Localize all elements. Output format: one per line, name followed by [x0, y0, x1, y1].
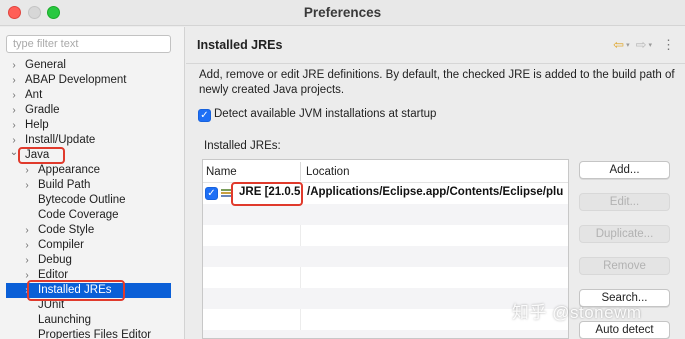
- tree-item-label: Debug: [38, 254, 72, 266]
- preference-page: Installed JREs ⇦ ▾ ⇨ ▾ ⋮ Add, remove or …: [186, 27, 685, 339]
- tree-item-general[interactable]: › General: [0, 58, 184, 73]
- chevron-right-icon[interactable]: ›: [22, 178, 32, 193]
- duplicate-button[interactable]: Duplicate...: [579, 225, 670, 243]
- remove-button[interactable]: Remove: [579, 257, 670, 275]
- chevron-right-icon[interactable]: ›: [9, 103, 19, 118]
- detect-jvm-label: Detect available JVM installations at st…: [214, 108, 437, 120]
- chevron-right-icon[interactable]: ›: [9, 118, 19, 133]
- tree-item-launching[interactable]: Launching: [0, 313, 184, 328]
- tree-item-label: Gradle: [25, 104, 60, 116]
- tree-item-label: Appearance: [38, 164, 101, 176]
- column-header-location[interactable]: Location: [306, 166, 349, 178]
- tree-item-label: Properties Files Editor: [38, 329, 152, 339]
- title-bar: Preferences: [0, 0, 685, 26]
- forward-dropdown-icon[interactable]: ▾: [648, 41, 652, 49]
- jre-library-icon: [221, 189, 231, 197]
- tree-item-bytecode-outline[interactable]: Bytecode Outline: [0, 193, 184, 208]
- tree-item-label: Launching: [38, 314, 92, 326]
- edit-button[interactable]: Edit...: [579, 193, 670, 211]
- tree-item-label: ABAP Development: [25, 74, 127, 86]
- tree-item-label: Ant: [25, 89, 43, 101]
- chevron-right-icon[interactable]: ›: [22, 163, 32, 178]
- chevron-right-icon[interactable]: ›: [22, 223, 32, 238]
- tree-item-build-path[interactable]: › Build Path: [0, 178, 184, 193]
- table-row: [203, 225, 568, 246]
- tree-item-debug[interactable]: › Debug: [0, 253, 184, 268]
- table-row: [203, 246, 568, 267]
- highlight-java: [18, 147, 65, 164]
- tree-item-properties-files-editor[interactable]: Properties Files Editor: [0, 328, 184, 339]
- chevron-right-icon[interactable]: ›: [9, 73, 19, 88]
- chevron-right-icon[interactable]: ›: [9, 58, 19, 73]
- tree-item-ant[interactable]: › Ant: [0, 88, 184, 103]
- installed-jres-label: Installed JREs:: [204, 140, 281, 152]
- auto-detect-button[interactable]: Auto detect: [579, 321, 670, 339]
- watermark: 知乎 @stonewm: [512, 303, 642, 322]
- back-arrow-icon[interactable]: ⇦: [613, 37, 624, 53]
- tree-item-label: Bytecode Outline: [38, 194, 126, 206]
- column-divider[interactable]: [300, 162, 301, 181]
- page-title: Installed JREs: [197, 38, 283, 52]
- column-header-name[interactable]: Name: [206, 166, 237, 178]
- highlight-jre-name: [231, 182, 303, 206]
- detect-jvm-checkbox[interactable]: ✓: [198, 109, 211, 122]
- page-navigation: ⇦ ▾ ⇨ ▾ ⋮: [613, 37, 675, 53]
- tree-item-code-coverage[interactable]: Code Coverage: [0, 208, 184, 223]
- view-menu-icon[interactable]: ⋮: [662, 37, 675, 53]
- header-divider: [186, 63, 685, 64]
- table-row: [203, 204, 568, 225]
- chevron-right-icon[interactable]: ›: [22, 238, 32, 253]
- tree-item-gradle[interactable]: › Gradle: [0, 103, 184, 118]
- tree-item-label: Install/Update: [25, 134, 96, 146]
- tree-item-label: Build Path: [38, 179, 91, 191]
- tree-item-label: Code Coverage: [38, 209, 119, 221]
- tree-item-code-style[interactable]: › Code Style: [0, 223, 184, 238]
- jre-location: /Applications/Eclipse.app/Contents/Eclip…: [307, 186, 564, 198]
- tree-item-compiler[interactable]: › Compiler: [0, 238, 184, 253]
- tree-item-abap-development[interactable]: › ABAP Development: [0, 73, 184, 88]
- filter-input[interactable]: [6, 35, 171, 53]
- page-description: Add, remove or edit JRE definitions. By …: [199, 69, 675, 96]
- chevron-right-icon[interactable]: ›: [9, 88, 19, 103]
- table-header: Name Location: [203, 160, 568, 183]
- forward-arrow-icon[interactable]: ⇨: [636, 37, 647, 53]
- tree-item-appearance[interactable]: › Appearance: [0, 163, 184, 178]
- jre-default-checkbox[interactable]: ✓: [205, 187, 218, 200]
- tree-item-install-update[interactable]: › Install/Update: [0, 133, 184, 148]
- window-title: Preferences: [303, 5, 382, 20]
- tree-item-help[interactable]: › Help: [0, 118, 184, 133]
- table-row: [203, 330, 568, 338]
- highlight-installed-jres: [27, 280, 125, 301]
- preferences-sidebar: › General › ABAP Development › Ant › Gra…: [0, 27, 185, 339]
- chevron-right-icon[interactable]: ›: [22, 253, 32, 268]
- tree-item-label: General: [25, 59, 66, 71]
- tree-item-label: Code Style: [38, 224, 95, 236]
- table-row: [203, 267, 568, 288]
- tree-item-label: Compiler: [38, 239, 85, 251]
- tree-item-label: Help: [25, 119, 49, 131]
- back-dropdown-icon[interactable]: ▾: [626, 41, 630, 49]
- add-button[interactable]: Add...: [579, 161, 670, 179]
